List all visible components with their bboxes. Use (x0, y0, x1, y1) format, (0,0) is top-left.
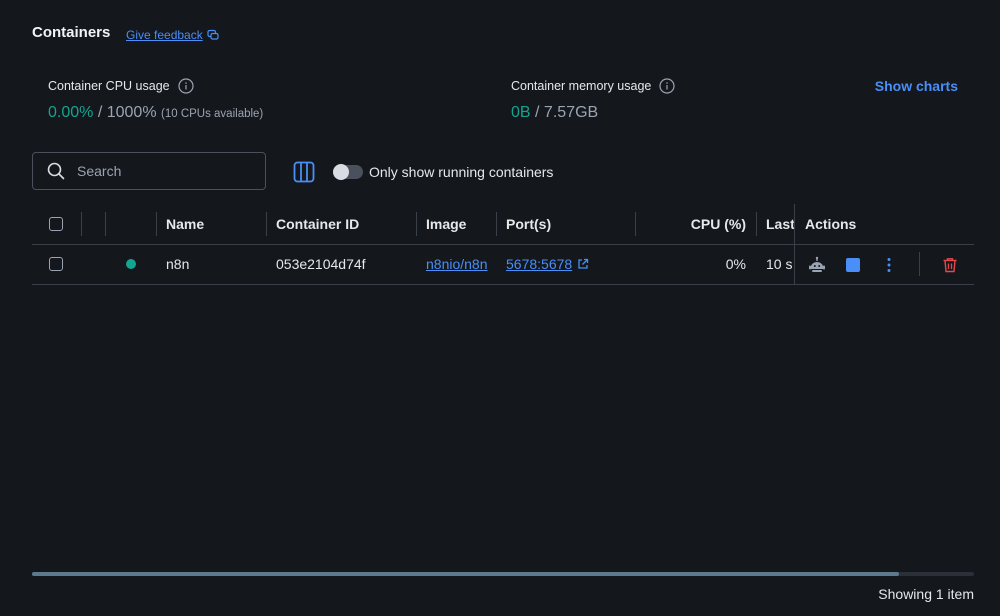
last-started-value: 10 s (766, 256, 793, 272)
column-header-cpu[interactable]: CPU (%) (645, 204, 746, 244)
cpu-separator: / (93, 104, 107, 121)
stop-icon (846, 258, 860, 272)
columns-icon[interactable] (293, 161, 315, 183)
search-input[interactable] (75, 162, 249, 180)
port-link[interactable]: 5678:5678 (506, 256, 572, 272)
image-cell: n8nio/n8n (426, 244, 492, 284)
running-only-label: Only show running containers (369, 164, 554, 180)
cpu-usage-label-row: Container CPU usage (48, 78, 194, 94)
page-title: Containers (32, 24, 111, 41)
give-feedback-link[interactable]: Give feedback (126, 28, 219, 42)
item-count: Showing 1 item (878, 586, 974, 602)
column-divider[interactable] (156, 212, 157, 236)
cpu-available-note: (10 CPUs available) (161, 108, 264, 120)
search-icon (47, 162, 65, 180)
memory-separator: / (530, 104, 544, 121)
scrollbar-thumb[interactable] (32, 572, 899, 576)
select-all-cell (49, 204, 63, 244)
select-all-checkbox[interactable] (49, 217, 63, 231)
external-link-icon[interactable] (577, 258, 589, 270)
column-header-ports[interactable]: Port(s) (506, 204, 551, 244)
image-link[interactable]: n8nio/n8n (426, 256, 488, 272)
column-header-name[interactable]: Name (166, 204, 204, 244)
memory-usage-value: 0B / 7.57GB (511, 104, 598, 122)
column-divider[interactable] (416, 212, 417, 236)
running-only-toggle[interactable] (333, 164, 363, 180)
info-icon[interactable] (659, 78, 675, 94)
column-divider[interactable] (635, 212, 636, 236)
debug-button[interactable] (808, 256, 826, 274)
column-header-container-id[interactable]: Container ID (276, 204, 359, 244)
cpu-total: 1000% (106, 104, 157, 121)
show-charts-button[interactable]: Show charts (875, 78, 958, 94)
memory-usage-label: Container memory usage (511, 79, 652, 93)
column-divider[interactable] (756, 212, 757, 236)
horizontal-scrollbar[interactable] (32, 572, 974, 576)
info-icon[interactable] (178, 78, 194, 94)
give-feedback-label: Give feedback (126, 28, 203, 42)
table-row[interactable]: n8n 053e2104d74f n8nio/n8n 5678:5678 0% … (32, 244, 974, 285)
column-divider[interactable] (81, 212, 82, 236)
container-name[interactable]: n8n (166, 244, 189, 284)
table-header: Name Container ID Image Port(s) CPU (%) … (32, 204, 974, 245)
actions-divider (919, 252, 920, 276)
running-status-dot (126, 259, 136, 269)
delete-button[interactable] (941, 256, 959, 274)
more-vertical-icon (887, 258, 891, 272)
column-header-image[interactable]: Image (426, 204, 466, 244)
cpu-usage-value: 0.00% / 1000% (10 CPUs available) (48, 104, 263, 122)
more-actions-button[interactable] (880, 256, 898, 274)
column-header-last-started[interactable]: Last (766, 204, 794, 244)
memory-usage-label-row: Container memory usage (511, 78, 675, 94)
memory-total: 7.57GB (543, 104, 599, 121)
column-divider[interactable] (105, 212, 106, 236)
memory-used: 0B (511, 104, 531, 121)
robot-icon (809, 256, 825, 272)
container-id: 053e2104d74f (276, 256, 366, 272)
column-divider[interactable] (496, 212, 497, 236)
status-cell (126, 244, 136, 284)
column-header-actions: Actions (805, 216, 857, 232)
search-box[interactable] (32, 152, 266, 190)
feedback-icon (207, 29, 219, 40)
column-divider[interactable] (266, 212, 267, 236)
ports-cell: 5678:5678 (506, 244, 589, 284)
stop-button[interactable] (844, 256, 862, 274)
trash-icon (943, 258, 957, 273)
row-select-cell (49, 244, 63, 284)
cpu-usage-label: Container CPU usage (48, 79, 170, 93)
cpu-value: 0% (725, 256, 746, 272)
actions-column-divider (794, 204, 795, 284)
row-checkbox[interactable] (49, 257, 63, 271)
cpu-used: 0.00% (48, 104, 94, 121)
toggle-knob (333, 164, 349, 180)
